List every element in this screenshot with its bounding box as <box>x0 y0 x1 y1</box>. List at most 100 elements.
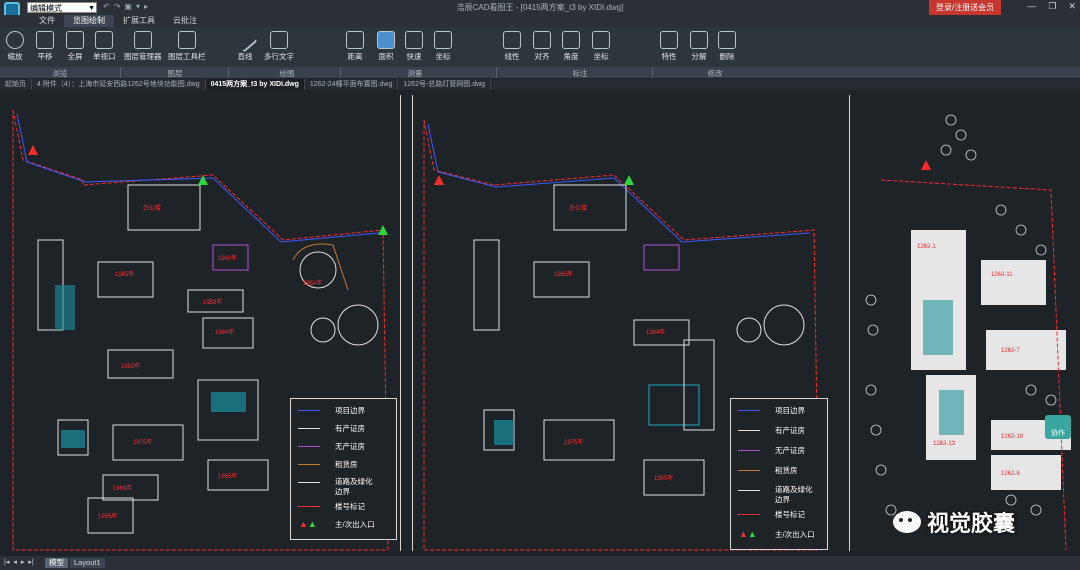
login-button[interactable]: 登录/注册送会员 <box>929 0 1001 15</box>
close-icon[interactable]: ✕ <box>1068 1 1076 12</box>
angle-dim-button[interactable]: 角度 <box>562 31 580 62</box>
pan-button[interactable]: 平移 <box>36 31 54 62</box>
menu-cloud-annotate[interactable]: 云批注 <box>164 15 206 27</box>
year-label: 1960年 <box>218 254 237 262</box>
last-layout-icon[interactable]: ▸| <box>28 558 33 566</box>
prev-layout-icon[interactable]: ◂ <box>13 558 17 566</box>
status-bar: |◂ ◂ ▸ ▸| 模型 Layout1 <box>0 556 1080 570</box>
building-label: 1262-5 <box>1001 471 1020 477</box>
explode-icon <box>690 31 708 49</box>
line-button[interactable]: 直线 <box>232 27 258 62</box>
tab-layout1[interactable]: Layout1 <box>70 558 105 568</box>
group-measure: 测量 <box>407 69 423 78</box>
legend-swatch <box>298 428 320 429</box>
group-separator <box>228 67 229 78</box>
wechat-icon <box>893 511 921 533</box>
aligned-dim-button[interactable]: 对齐 <box>533 31 551 62</box>
single-viewport-button[interactable]: 单视口 <box>93 31 116 62</box>
coordinate-button[interactable]: 坐标 <box>434 31 452 62</box>
legend-label: 有产证房 <box>335 424 365 433</box>
explode-label: 分解 <box>691 52 707 61</box>
legend-swatch <box>738 490 760 491</box>
coordinate-dim-icon <box>592 31 610 49</box>
tab-model[interactable]: 模型 <box>45 558 68 568</box>
group-draw: 绘图 <box>279 69 295 78</box>
explode-button[interactable]: 分解 <box>690 31 708 62</box>
year-label: 1955年 <box>121 362 140 370</box>
coordinate-icon <box>434 31 452 49</box>
window-title: 浩辰CAD看图王 - [0415两方案_t3 by XIDI.dwg] <box>456 3 624 12</box>
viewport-icon <box>95 31 114 49</box>
delete-label: 删除 <box>719 52 735 61</box>
legend-label: 项目边界 <box>775 406 805 415</box>
group-separator <box>652 67 653 78</box>
building-label: 1262-11 <box>991 272 1013 278</box>
legend-panel: 项目边界 有产证房 无产证房 租赁房 道路及绿化边界 楼号标记 ▲▲ 主/次出入口 <box>290 398 397 540</box>
layer-manager-button[interactable]: 图层管理器 <box>124 31 162 62</box>
delete-button[interactable]: 删除 <box>718 31 736 62</box>
area-button[interactable]: 面积 <box>377 31 395 62</box>
legend-label: 有产证房 <box>775 426 805 435</box>
tab-lighting-network[interactable]: 1262号-总路灯管网图.dwg <box>398 79 492 90</box>
legend-label: 楼号标记 <box>775 510 805 519</box>
layer-toolbar-label: 图层工具栏 <box>168 52 206 61</box>
menu-extend-tools[interactable]: 扩展工具 <box>114 15 164 27</box>
entrance-triangles-icon: ▲▲ <box>739 529 757 539</box>
viewport-middle[interactable]: 办公楼 1965年 1975年 1984年 1955年 项目边界 有产证房 无产… <box>414 90 847 556</box>
drawing-canvas[interactable]: 办公楼 1965年 1975年 1984年 1953年 1955年 1960年 … <box>0 90 1080 556</box>
aligned-dim-label: 对齐 <box>534 52 550 61</box>
fullscreen-label: 全屏 <box>67 52 83 61</box>
tab-start[interactable]: 起始页 <box>0 79 32 90</box>
legend-label: 道路及绿化边界 <box>775 485 813 504</box>
angle-icon <box>562 31 580 49</box>
eraser-icon <box>718 31 736 49</box>
minimize-icon[interactable]: — <box>1027 1 1036 12</box>
year-label: 1969年 <box>113 484 132 492</box>
linear-dim-button[interactable]: 线性 <box>503 31 521 62</box>
viewport-left[interactable]: 办公楼 1965年 1975年 1984年 1953年 1955年 1960年 … <box>3 90 400 556</box>
menu-view-draw[interactable]: 览图绘制 <box>64 15 114 27</box>
collab-button[interactable]: 协作 <box>1045 415 1071 439</box>
legend-label: 主/次出入口 <box>335 520 375 529</box>
legend-swatch <box>738 410 760 411</box>
zoom-label: 缩放 <box>7 52 23 61</box>
building-label: 1262-1 <box>917 244 936 250</box>
first-layout-icon[interactable]: |◂ <box>4 558 9 566</box>
layer-toolbar-button[interactable]: 图层工具栏 <box>168 31 206 62</box>
zoom-button[interactable]: 缩放 <box>6 31 24 62</box>
mtext-button[interactable]: 多行文字 <box>264 31 294 62</box>
menu-file[interactable]: 文件 <box>30 15 64 27</box>
coordinate-dim-button[interactable]: 坐标 <box>592 31 610 62</box>
legend-label: 无产证房 <box>775 446 805 455</box>
zoom-icon <box>6 31 24 49</box>
legend-panel: 项目边界 有产证房 无产证房 租赁房 道路及绿化边界 楼号标记 ▲▲ 主/次出入口 <box>730 398 828 550</box>
title-bar: 编辑模式 ▼ ↶ ↷ ▣ ▾ ▸ 浩辰CAD看图王 - [0415两方案_t3 b… <box>0 0 1080 18</box>
line-label: 直线 <box>237 52 253 61</box>
tab-current-drawing[interactable]: 0415两方案_t3 by XIDI.dwg <box>205 79 305 90</box>
tab-floor-plan[interactable]: 1262-24幢平面布置图.dwg <box>305 79 399 90</box>
legend-label: 租赁房 <box>335 460 358 469</box>
quick-measure-button[interactable]: 快速 <box>405 31 423 62</box>
building-label: 办公楼 <box>569 204 587 212</box>
group-layer: 图层 <box>167 69 183 78</box>
tab-attachment[interactable]: 4 附件（4）：上海市延安西路1262号地块功能图.dwg <box>32 79 206 90</box>
properties-button[interactable]: 特性 <box>660 31 678 62</box>
hand-icon <box>36 31 54 49</box>
next-layout-icon[interactable]: ▸ <box>21 558 25 566</box>
year-label: 1955年 <box>654 474 673 482</box>
window-controls: — ❐ ✕ <box>1027 1 1076 12</box>
distance-button[interactable]: 距离 <box>346 31 364 62</box>
ribbon-group-bar: 浏览 图层 绘图 测量 标注 修改 <box>0 67 1080 78</box>
quick-measure-icon <box>405 31 423 49</box>
restore-icon[interactable]: ❐ <box>1048 1 1056 12</box>
viewport-right[interactable]: 1262-1 1262-11 1262-13 1262-7 1262-10 12… <box>851 90 1080 556</box>
year-label: 1995年 <box>98 512 117 520</box>
properties-label: 特性 <box>661 52 677 61</box>
legend-swatch <box>298 410 320 411</box>
fullscreen-button[interactable]: 全屏 <box>66 31 84 62</box>
coordinate-dim-label: 坐标 <box>593 52 609 61</box>
year-label: 1975年 <box>564 438 583 446</box>
single-viewport-label: 单视口 <box>93 52 116 61</box>
legend-swatch <box>298 446 320 447</box>
distance-label: 距离 <box>347 52 363 61</box>
